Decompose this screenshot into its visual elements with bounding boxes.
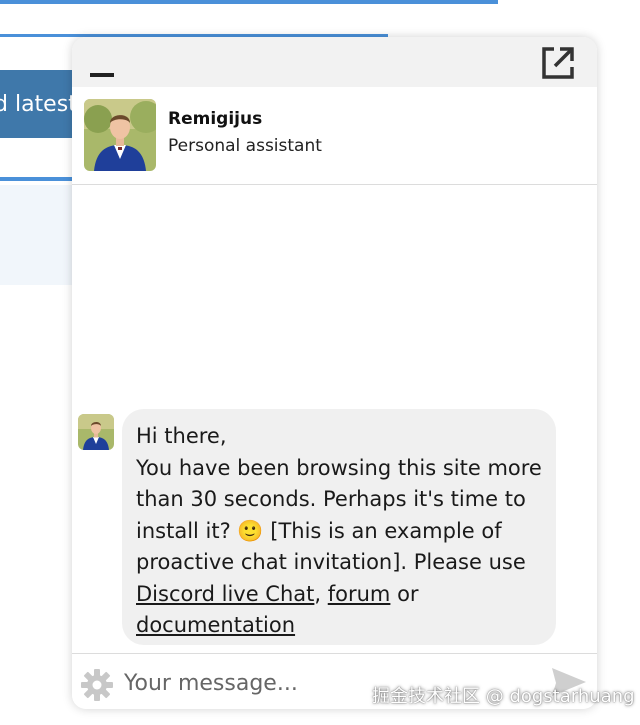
message-line: than 30 seconds. Perhaps it's time to — [136, 487, 526, 511]
message-line: You have been browsing this site more — [136, 455, 542, 480]
agent-avatar — [84, 99, 156, 171]
external-link-icon[interactable] — [538, 43, 578, 83]
smile-emoji-icon: 🙂 — [237, 518, 264, 543]
forum-link[interactable]: forum — [328, 582, 391, 606]
message-line: install it? 🙂 [This is an example of — [136, 516, 542, 548]
gear-icon[interactable] — [80, 668, 114, 702]
message-text: [This is an example of — [263, 518, 502, 543]
background-top-line — [0, 0, 498, 4]
chat-widget: Remigijus Personal assistant Hi there, Y… — [72, 37, 597, 709]
background-banner-text: d latest — [0, 91, 77, 117]
agent-role: Personal assistant — [168, 136, 322, 156]
minimize-icon[interactable] — [90, 73, 114, 77]
message-line: Discord live Chat, forum or — [136, 579, 542, 611]
message-text: , — [314, 581, 328, 606]
agent-name: Remigijus — [168, 109, 263, 129]
documentation-link[interactable]: documentation — [136, 613, 295, 637]
message-line: Hi there, — [136, 424, 227, 448]
chat-top-bar — [72, 37, 597, 87]
message-avatar — [78, 414, 114, 450]
message-bubble: Hi there, You have been browsing this si… — [122, 409, 556, 645]
message-text: install it? — [136, 518, 238, 543]
message-line: proactive chat invitation]. Please use — [136, 550, 526, 574]
discord-chat-link[interactable]: Discord live Chat — [136, 582, 314, 606]
message-line: documentation — [136, 610, 542, 642]
agent-header: Remigijus Personal assistant — [72, 87, 597, 185]
watermark: 掘金技术社区 @ dogstarhuang — [372, 686, 635, 707]
message-text: or — [390, 581, 419, 606]
